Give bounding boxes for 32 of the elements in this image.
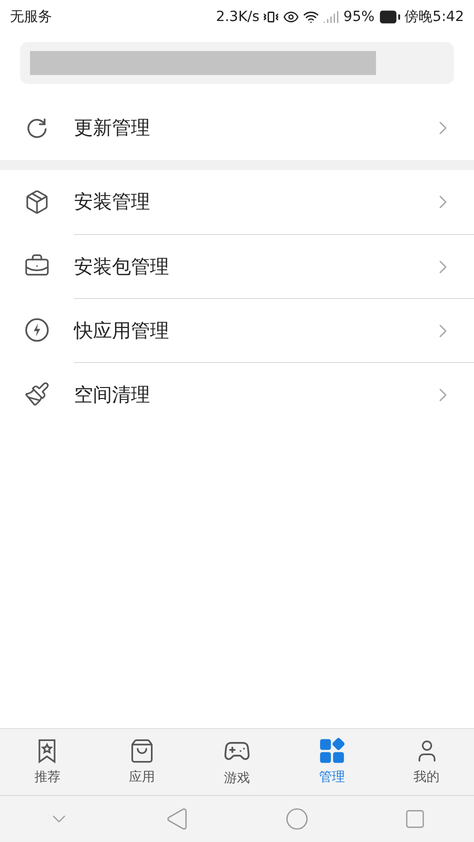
network-speed: 2.3K/s	[216, 9, 260, 25]
recents-icon[interactable]	[404, 808, 426, 830]
wifi-icon	[303, 9, 320, 25]
vibrate-icon	[263, 9, 280, 25]
home-icon[interactable]	[284, 807, 309, 831]
menu-item[interactable]: 安装包管理	[0, 234, 474, 298]
grid-icon	[318, 738, 345, 764]
menu-item[interactable]: 更新管理	[0, 96, 474, 160]
lightning-icon	[24, 317, 50, 343]
search-field[interactable]	[20, 42, 454, 84]
signal-icon	[323, 9, 340, 25]
bag-icon	[129, 738, 156, 764]
carrier-text: 无服务	[10, 8, 52, 26]
menu-label: 快应用管理	[74, 318, 169, 344]
menu-label: 安装包管理	[74, 254, 169, 280]
nav-tab[interactable]: 应用	[94, 729, 190, 795]
clock-time: 傍晚5:42	[404, 8, 464, 26]
eye-icon	[283, 9, 300, 25]
menu-item[interactable]: 快应用管理	[0, 298, 474, 362]
nav-tab[interactable]: 管理	[284, 729, 380, 795]
brush-icon	[24, 381, 50, 407]
menu-item[interactable]: 安装管理	[0, 170, 474, 234]
battery-percent: 95%	[343, 9, 375, 25]
menu-label: 安装管理	[74, 190, 150, 215]
menu-item[interactable]: 空间清理	[0, 362, 474, 426]
menu-label: 空间清理	[74, 382, 150, 408]
nav-tab[interactable]: 游戏	[190, 729, 284, 795]
nav-tab[interactable]: 推荐	[0, 729, 95, 795]
back-icon[interactable]	[165, 807, 190, 831]
package-icon	[24, 189, 50, 215]
nav-tab[interactable]: 我的	[379, 729, 474, 795]
menu-label: 更新管理	[74, 116, 150, 141]
